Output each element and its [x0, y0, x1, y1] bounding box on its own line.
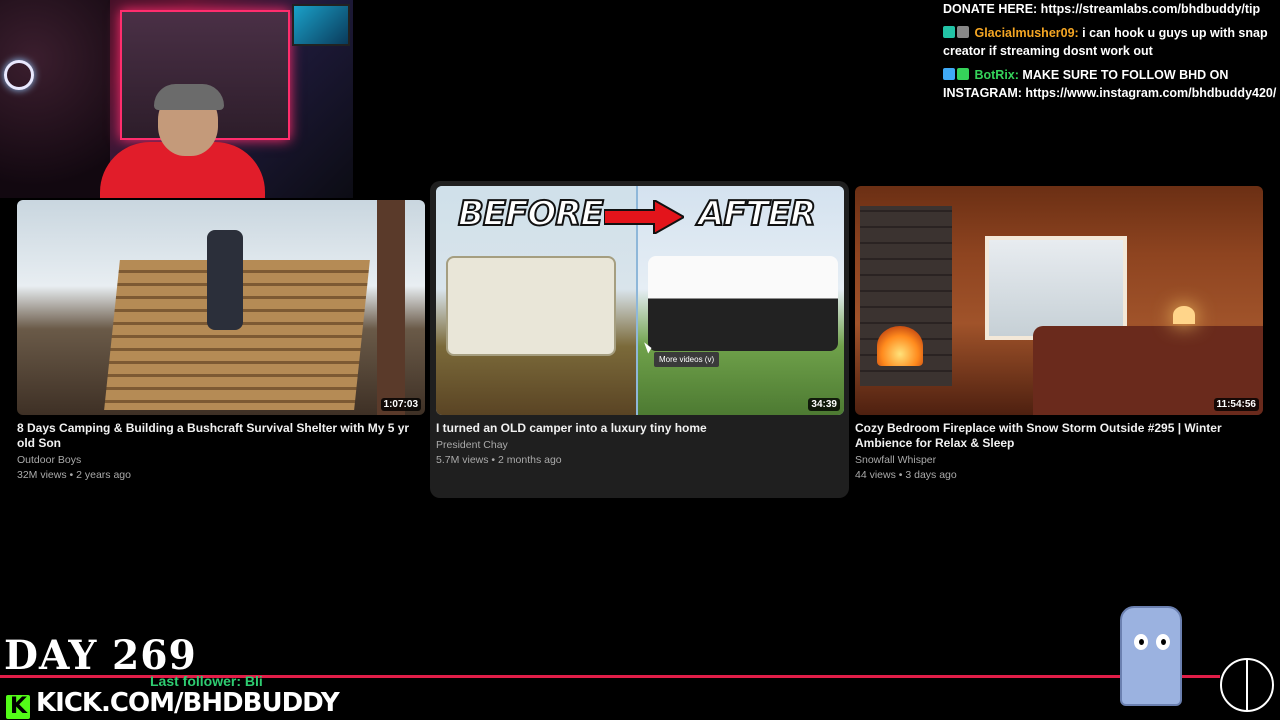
streamer-cap: [154, 84, 224, 110]
mascot-eye: [1134, 634, 1148, 650]
chat-username: Glacialmusher09:: [974, 26, 1079, 40]
channel-name[interactable]: Outdoor Boys: [17, 453, 425, 468]
microphone-icon: [4, 60, 34, 90]
day-counter: DAY 269: [3, 632, 197, 679]
thumbnail-after-label: AFTER: [697, 193, 817, 235]
badge-icon: [943, 26, 955, 38]
mascot-towel: [1120, 606, 1182, 706]
thumbnail-before-label: BEFORE: [457, 193, 605, 235]
thumbnail-kid: [207, 230, 243, 330]
video-title[interactable]: Cozy Bedroom Fireplace with Snow Storm O…: [855, 421, 1263, 451]
chat-message: Glacialmusher09: i can hook u guys up wi…: [943, 24, 1278, 60]
video-meta: 32M views • 2 years ago: [17, 469, 131, 481]
video-meta: 44 views • 3 days ago: [855, 469, 957, 481]
syn-logo-graphic: [1220, 658, 1274, 712]
video-title[interactable]: I turned an OLD camper into a luxury tin…: [436, 421, 844, 436]
thumbnail-new-camper: [648, 256, 838, 351]
verified-badge-icon: [957, 68, 969, 80]
mascot-pupil: [1161, 639, 1166, 645]
chat-overlay: DONATE HERE: https://streamlabs.com/bhdb…: [943, 0, 1278, 108]
video-card[interactable]: 1:07:03 8 Days Camping & Building a Bush…: [17, 200, 425, 482]
chat-message-text: DONATE HERE: https://streamlabs.com/bhdb…: [943, 2, 1261, 16]
badge-icon: [957, 26, 969, 38]
video-thumbnail[interactable]: BEFORE AFTER More videos (v) 34:39: [436, 186, 844, 415]
streamer: [100, 80, 265, 198]
arrow-right-icon: [604, 200, 684, 234]
thumbnail-snow-window: [985, 236, 1127, 340]
tooltip: More videos (v): [654, 352, 720, 367]
video-title[interactable]: 8 Days Camping & Building a Bushcraft Su…: [17, 421, 425, 451]
webcam-tv: [292, 4, 350, 46]
webcam-feed: [0, 0, 353, 198]
syn-logo-icon: [1218, 656, 1276, 714]
thumbnail-lamp: [1173, 306, 1195, 324]
thumbnail-old-camper: [446, 256, 616, 356]
mascot-eye: [1156, 634, 1170, 650]
video-duration: 34:39: [808, 398, 840, 411]
video-thumbnail[interactable]: 11:54:56: [855, 186, 1263, 415]
kick-url-banner: K KICK.COM/BHDBUDDY: [6, 688, 340, 719]
chat-username: BotRix:: [974, 68, 1019, 82]
mascot-pupil: [1139, 639, 1144, 645]
video-meta: 5.7M views • 2 months ago: [436, 454, 562, 466]
video-thumbnail[interactable]: 1:07:03: [17, 200, 425, 415]
video-card[interactable]: BEFORE AFTER More videos (v) 34:39 I tur…: [436, 186, 844, 467]
video-duration: 11:54:56: [1213, 398, 1259, 411]
thumbnail-fire: [877, 326, 923, 366]
channel-name[interactable]: President Chay: [436, 438, 844, 453]
thumbnail-tree: [377, 200, 405, 415]
webcam-wall: [0, 0, 110, 198]
last-follower-ticker: Last follower: Bli: [150, 673, 263, 689]
kick-logo-icon: K: [6, 695, 30, 719]
chat-message: DONATE HERE: https://streamlabs.com/bhdb…: [943, 0, 1278, 18]
bot-badge-icon: [943, 68, 955, 80]
video-card[interactable]: 11:54:56 Cozy Bedroom Fireplace with Sno…: [855, 186, 1263, 482]
towelie-mascot: [1112, 604, 1192, 716]
channel-name[interactable]: Snowfall Whisper: [855, 453, 1263, 468]
kick-url-text: KICK.COM/BHDBUDDY: [36, 688, 340, 718]
video-duration: 1:07:03: [380, 398, 421, 411]
chat-message: BotRix: MAKE SURE TO FOLLOW BHD ON INSTA…: [943, 66, 1278, 102]
